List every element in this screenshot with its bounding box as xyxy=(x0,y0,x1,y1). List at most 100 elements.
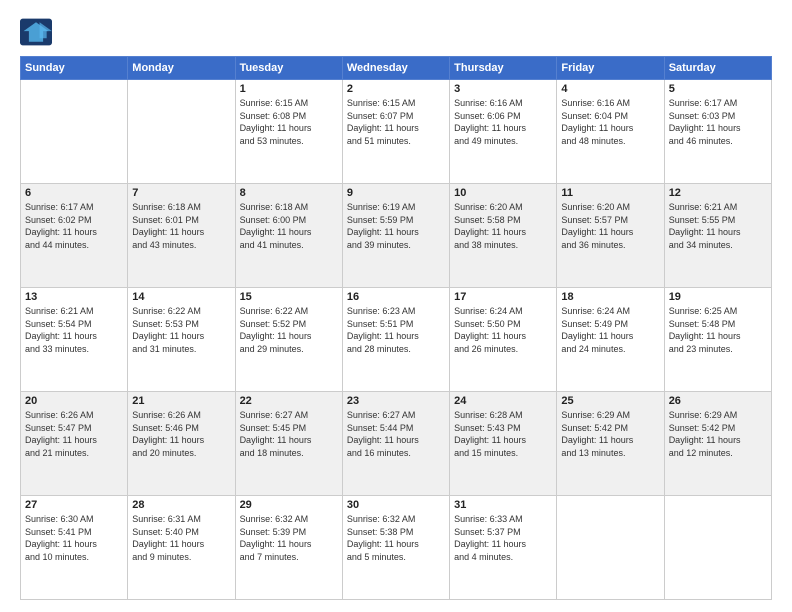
calendar-cell: 2 Sunrise: 6:15 AM Sunset: 6:07 PM Daylig… xyxy=(342,80,449,184)
day-info: Sunrise: 6:16 AM Sunset: 6:06 PM Dayligh… xyxy=(454,97,552,147)
day-info: Sunrise: 6:20 AM Sunset: 5:58 PM Dayligh… xyxy=(454,201,552,251)
day-info: Sunrise: 6:31 AM Sunset: 5:40 PM Dayligh… xyxy=(132,513,230,563)
day-number: 21 xyxy=(132,395,230,407)
day-number: 18 xyxy=(561,291,659,303)
calendar-cell: 8Sunrise: 6:18 AM Sunset: 6:00 PM Daylig… xyxy=(235,184,342,288)
day-number: 17 xyxy=(454,291,552,303)
day-number: 5 xyxy=(669,83,767,95)
day-info: Sunrise: 6:20 AM Sunset: 5:57 PM Dayligh… xyxy=(561,201,659,251)
weekday-header-thursday: Thursday xyxy=(450,57,557,80)
day-info: Sunrise: 6:26 AM Sunset: 5:47 PM Dayligh… xyxy=(25,409,123,459)
day-info: Sunrise: 6:22 AM Sunset: 5:53 PM Dayligh… xyxy=(132,305,230,355)
calendar-cell: 10 Sunrise: 6:20 AM Sunset: 5:58 PM Dayli… xyxy=(450,184,557,288)
weekday-header-friday: Friday xyxy=(557,57,664,80)
weekday-header-sunday: Sunday xyxy=(21,57,128,80)
calendar-cell: 22 Sunrise: 6:27 AM Sunset: 5:45 PM Dayli… xyxy=(235,392,342,496)
calendar-row-2: 13Sunrise: 6:21 AM Sunset: 5:54 PM Dayli… xyxy=(21,288,772,392)
day-number: 26 xyxy=(669,395,767,407)
day-info: Sunrise: 6:29 AM Sunset: 5:42 PM Dayligh… xyxy=(561,409,659,459)
day-number: 1 xyxy=(240,83,338,95)
page: SundayMondayTuesdayWednesdayThursdayFrid… xyxy=(0,0,792,612)
calendar-cell: 5 Sunrise: 6:17 AM Sunset: 6:03 PM Daylig… xyxy=(664,80,771,184)
calendar-cell: 15 Sunrise: 6:22 AM Sunset: 5:52 PM Dayli… xyxy=(235,288,342,392)
calendar-cell: 18 Sunrise: 6:24 AM Sunset: 5:49 PM Dayli… xyxy=(557,288,664,392)
calendar-cell: 4 Sunrise: 6:16 AM Sunset: 6:04 PM Daylig… xyxy=(557,80,664,184)
day-info: Sunrise: 6:17 AM Sunset: 6:03 PM Dayligh… xyxy=(669,97,767,147)
calendar-cell: 19Sunrise: 6:25 AM Sunset: 5:48 PM Dayli… xyxy=(664,288,771,392)
day-number: 22 xyxy=(240,395,338,407)
calendar-cell: 30 Sunrise: 6:32 AM Sunset: 5:38 PM Dayli… xyxy=(342,496,449,600)
calendar-cell: 13Sunrise: 6:21 AM Sunset: 5:54 PM Dayli… xyxy=(21,288,128,392)
calendar-cell: 23 Sunrise: 6:27 AM Sunset: 5:44 PM Dayli… xyxy=(342,392,449,496)
calendar-cell: 24 Sunrise: 6:28 AM Sunset: 5:43 PM Dayli… xyxy=(450,392,557,496)
day-info: Sunrise: 6:27 AM Sunset: 5:44 PM Dayligh… xyxy=(347,409,445,459)
day-info: Sunrise: 6:33 AM Sunset: 5:37 PM Dayligh… xyxy=(454,513,552,563)
calendar-cell: 29 Sunrise: 6:32 AM Sunset: 5:39 PM Dayli… xyxy=(235,496,342,600)
calendar-cell: 11 Sunrise: 6:20 AM Sunset: 5:57 PM Dayli… xyxy=(557,184,664,288)
calendar-row-0: 1 Sunrise: 6:15 AM Sunset: 6:08 PM Daylig… xyxy=(21,80,772,184)
day-info: Sunrise: 6:17 AM Sunset: 6:02 PM Dayligh… xyxy=(25,201,123,251)
calendar-cell xyxy=(21,80,128,184)
day-info: Sunrise: 6:32 AM Sunset: 5:38 PM Dayligh… xyxy=(347,513,445,563)
calendar-cell xyxy=(664,496,771,600)
day-number: 29 xyxy=(240,499,338,511)
weekday-header-saturday: Saturday xyxy=(664,57,771,80)
day-info: Sunrise: 6:24 AM Sunset: 5:49 PM Dayligh… xyxy=(561,305,659,355)
day-number: 25 xyxy=(561,395,659,407)
day-info: Sunrise: 6:15 AM Sunset: 6:07 PM Dayligh… xyxy=(347,97,445,147)
day-number: 14 xyxy=(132,291,230,303)
day-number: 28 xyxy=(132,499,230,511)
day-number: 27 xyxy=(25,499,123,511)
calendar-cell xyxy=(128,80,235,184)
day-number: 16 xyxy=(347,291,445,303)
day-number: 8 xyxy=(240,187,338,199)
calendar-cell: 12 Sunrise: 6:21 AM Sunset: 5:55 PM Dayli… xyxy=(664,184,771,288)
weekday-header-tuesday: Tuesday xyxy=(235,57,342,80)
calendar-cell xyxy=(557,496,664,600)
calendar-cell: 3 Sunrise: 6:16 AM Sunset: 6:06 PM Daylig… xyxy=(450,80,557,184)
day-info: Sunrise: 6:15 AM Sunset: 6:08 PM Dayligh… xyxy=(240,97,338,147)
calendar-row-4: 27 Sunrise: 6:30 AM Sunset: 5:41 PM Dayli… xyxy=(21,496,772,600)
day-info: Sunrise: 6:26 AM Sunset: 5:46 PM Dayligh… xyxy=(132,409,230,459)
day-info: Sunrise: 6:28 AM Sunset: 5:43 PM Dayligh… xyxy=(454,409,552,459)
day-number: 2 xyxy=(347,83,445,95)
weekday-header-monday: Monday xyxy=(128,57,235,80)
day-info: Sunrise: 6:19 AM Sunset: 5:59 PM Dayligh… xyxy=(347,201,445,251)
day-number: 12 xyxy=(669,187,767,199)
calendar-cell: 31 Sunrise: 6:33 AM Sunset: 5:37 PM Dayli… xyxy=(450,496,557,600)
day-info: Sunrise: 6:32 AM Sunset: 5:39 PM Dayligh… xyxy=(240,513,338,563)
calendar-cell: 9 Sunrise: 6:19 AM Sunset: 5:59 PM Daylig… xyxy=(342,184,449,288)
day-info: Sunrise: 6:21 AM Sunset: 5:54 PM Dayligh… xyxy=(25,305,123,355)
calendar-row-3: 20 Sunrise: 6:26 AM Sunset: 5:47 PM Dayli… xyxy=(21,392,772,496)
day-info: Sunrise: 6:24 AM Sunset: 5:50 PM Dayligh… xyxy=(454,305,552,355)
day-info: Sunrise: 6:30 AM Sunset: 5:41 PM Dayligh… xyxy=(25,513,123,563)
day-number: 31 xyxy=(454,499,552,511)
day-number: 30 xyxy=(347,499,445,511)
day-number: 4 xyxy=(561,83,659,95)
calendar-cell: 28 Sunrise: 6:31 AM Sunset: 5:40 PM Dayli… xyxy=(128,496,235,600)
calendar-cell: 21 Sunrise: 6:26 AM Sunset: 5:46 PM Dayli… xyxy=(128,392,235,496)
calendar-row-1: 6Sunrise: 6:17 AM Sunset: 6:02 PM Daylig… xyxy=(21,184,772,288)
day-number: 9 xyxy=(347,187,445,199)
calendar-cell: 27 Sunrise: 6:30 AM Sunset: 5:41 PM Dayli… xyxy=(21,496,128,600)
calendar-table: SundayMondayTuesdayWednesdayThursdayFrid… xyxy=(20,56,772,600)
day-number: 23 xyxy=(347,395,445,407)
day-info: Sunrise: 6:21 AM Sunset: 5:55 PM Dayligh… xyxy=(669,201,767,251)
weekday-header-wednesday: Wednesday xyxy=(342,57,449,80)
logo xyxy=(20,18,56,46)
logo-icon xyxy=(20,18,52,46)
day-number: 15 xyxy=(240,291,338,303)
day-info: Sunrise: 6:23 AM Sunset: 5:51 PM Dayligh… xyxy=(347,305,445,355)
day-number: 10 xyxy=(454,187,552,199)
day-number: 11 xyxy=(561,187,659,199)
day-number: 24 xyxy=(454,395,552,407)
calendar-cell: 16 Sunrise: 6:23 AM Sunset: 5:51 PM Dayli… xyxy=(342,288,449,392)
day-number: 20 xyxy=(25,395,123,407)
day-number: 3 xyxy=(454,83,552,95)
day-info: Sunrise: 6:27 AM Sunset: 5:45 PM Dayligh… xyxy=(240,409,338,459)
day-info: Sunrise: 6:22 AM Sunset: 5:52 PM Dayligh… xyxy=(240,305,338,355)
day-number: 7 xyxy=(132,187,230,199)
day-info: Sunrise: 6:16 AM Sunset: 6:04 PM Dayligh… xyxy=(561,97,659,147)
calendar-cell: 1 Sunrise: 6:15 AM Sunset: 6:08 PM Daylig… xyxy=(235,80,342,184)
header xyxy=(20,18,772,46)
